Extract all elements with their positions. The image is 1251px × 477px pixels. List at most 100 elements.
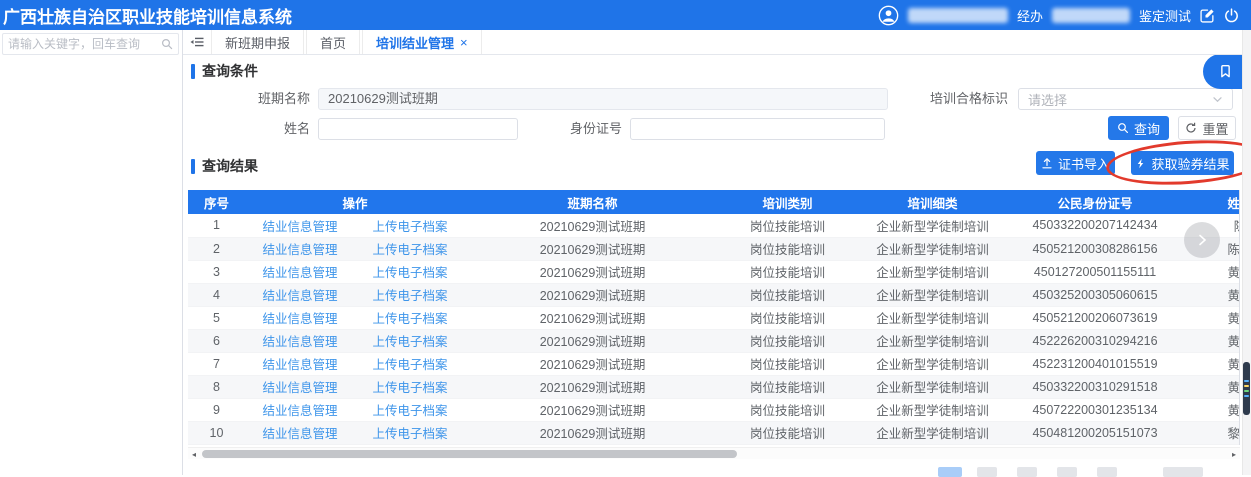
id-number-cell: 450722200301235134 (1010, 398, 1180, 421)
pagination-stub[interactable] (1017, 467, 1037, 477)
class-name-field[interactable]: 20210629测试班期 (318, 88, 888, 110)
scrollbar-left-arrow[interactable]: ◂ (188, 448, 200, 460)
row-number-cell: 2 (188, 237, 245, 260)
upload-archive-link[interactable]: 上传电子档案 (373, 358, 448, 372)
bookmark-fab-button[interactable] (1203, 54, 1247, 89)
graduation-info-link[interactable]: 结业信息管理 (262, 312, 337, 326)
category-cell: 岗位技能培训 (720, 329, 855, 352)
graduation-info-link[interactable]: 结业信息管理 (262, 381, 337, 395)
name-cell: 黄杉 (1180, 398, 1240, 421)
upload-archive-link[interactable]: 上传电子档案 (373, 289, 448, 303)
id-number-cell: 452231200401015519 (1010, 352, 1180, 375)
category-cell: 岗位技能培训 (720, 306, 855, 329)
col-header-no: 序号 (188, 190, 245, 214)
id-number-cell: 450481200205151073 (1010, 421, 1180, 444)
user-avatar-icon (878, 5, 899, 26)
certificate-import-button[interactable]: 证书导入 (1036, 151, 1115, 175)
logout-power-icon[interactable] (1224, 8, 1239, 23)
tab-home[interactable]: 首页 (306, 30, 360, 54)
person-name-label: 姓名 (223, 118, 310, 140)
subcategory-cell: 企业新型学徒制培训 (855, 375, 1010, 398)
scroll-marker (1244, 385, 1249, 387)
subcategory-cell: 企业新型学徒制培训 (855, 260, 1010, 283)
table-header-row: 序号 操作 班期名称 培训类别 培训细类 公民身份证号 姓名 (188, 190, 1240, 214)
vertical-scrollbar-thumb[interactable] (1243, 362, 1250, 415)
upload-archive-link[interactable]: 上传电子档案 (373, 312, 448, 326)
edit-icon[interactable] (1200, 8, 1215, 23)
qualified-flag-select[interactable]: 请选择 (1018, 88, 1233, 110)
upload-archive-link[interactable]: 上传电子档案 (373, 243, 448, 257)
scrollbar-right-arrow[interactable]: ▸ (1228, 448, 1240, 460)
upload-archive-link[interactable]: 上传电子档案 (373, 266, 448, 280)
pagination-stub[interactable] (1057, 467, 1077, 477)
upload-archive-link[interactable]: 上传电子档案 (373, 404, 448, 418)
sidebar-search-box (2, 33, 179, 55)
class-name-cell: 20210629测试班期 (465, 329, 720, 352)
search-icon[interactable] (161, 38, 178, 50)
col-header-operation: 操作 (245, 190, 465, 214)
graduation-info-link[interactable]: 结业信息管理 (262, 243, 337, 257)
pagination-stub-active[interactable] (938, 467, 962, 477)
search-icon (1117, 122, 1129, 134)
tab-close-icon[interactable]: × (460, 35, 468, 50)
graduation-info-link[interactable]: 结业信息管理 (262, 404, 337, 418)
graduation-info-link[interactable]: 结业信息管理 (262, 335, 337, 349)
pagination-stub[interactable] (1097, 467, 1117, 477)
table-row: 5 结业信息管理 上传电子档案 20210629测试班期 岗位技能培训 企业新型… (188, 306, 1240, 329)
subcategory-cell: 企业新型学徒制培训 (855, 283, 1010, 306)
class-name-cell: 20210629测试班期 (465, 214, 720, 237)
scroll-marker (1244, 390, 1249, 392)
upload-archive-link[interactable]: 上传电子档案 (373, 220, 448, 234)
tab-new-class-declaration[interactable]: 新班期申报 (211, 30, 304, 54)
scrollbar-thumb[interactable] (202, 450, 737, 458)
row-number-cell: 3 (188, 260, 245, 283)
class-name-cell: 20210629测试班期 (465, 260, 720, 283)
name-cell: 黄信 (1180, 375, 1240, 398)
graduation-info-link[interactable]: 结业信息管理 (262, 266, 337, 280)
person-name-input[interactable] (318, 118, 518, 140)
fetch-voucher-result-button[interactable]: 获取验券结果 (1131, 151, 1234, 175)
upload-archive-link[interactable]: 上传电子档案 (373, 335, 448, 349)
app-title: 广西壮族自治区职业技能培训信息系统 (0, 3, 292, 28)
upload-archive-link[interactable]: 上传电子档案 (373, 427, 448, 441)
id-number-input[interactable] (630, 118, 885, 140)
fetch-icon (1135, 158, 1146, 169)
graduation-info-link[interactable]: 结业信息管理 (262, 220, 337, 234)
class-name-cell: 20210629测试班期 (465, 237, 720, 260)
class-name-cell: 20210629测试班期 (465, 306, 720, 329)
pagination-stub[interactable] (1163, 467, 1203, 477)
class-name-cell: 20210629测试班期 (465, 283, 720, 306)
id-number-label: 身份证号 (558, 118, 622, 140)
table-row: 8 结业信息管理 上传电子档案 20210629测试班期 岗位技能培训 企业新型… (188, 375, 1240, 398)
org-suffix-text: 经办 (1017, 6, 1043, 25)
reset-button[interactable]: 重置 (1178, 116, 1236, 140)
category-cell: 岗位技能培训 (720, 375, 855, 398)
subcategory-cell: 企业新型学徒制培训 (855, 352, 1010, 375)
upload-archive-link[interactable]: 上传电子档案 (373, 381, 448, 395)
row-number-cell: 10 (188, 421, 245, 444)
tab-training-completion-management[interactable]: 培训结业管理 × (362, 30, 482, 54)
results-table: 序号 操作 班期名称 培训类别 培训细类 公民身份证号 姓名 1 结业信息管理 … (188, 190, 1240, 445)
app-header: 广西壮族自治区职业技能培训信息系统 经办 鉴定测试 (0, 0, 1251, 30)
class-name-cell: 20210629测试班期 (465, 398, 720, 421)
search-button[interactable]: 查询 (1108, 116, 1169, 140)
collapse-menu-icon[interactable] (183, 30, 211, 54)
sidebar-search-input[interactable] (3, 37, 161, 51)
vertical-scrollbar-track[interactable] (1242, 30, 1251, 475)
class-name-cell: 20210629测试班期 (465, 352, 720, 375)
scroll-right-fab[interactable] (1184, 222, 1220, 258)
id-number-cell: 450325200305060615 (1010, 283, 1180, 306)
sidebar (0, 30, 183, 475)
graduation-info-link[interactable]: 结业信息管理 (262, 289, 337, 303)
tab-bar: 新班期申报 首页 培训结业管理 × (183, 30, 1251, 55)
pagination-stub[interactable] (977, 467, 997, 477)
redacted-org-name (908, 8, 1008, 23)
graduation-info-link[interactable]: 结业信息管理 (262, 427, 337, 441)
graduation-info-link[interactable]: 结业信息管理 (262, 358, 337, 372)
table-row: 4 结业信息管理 上传电子档案 20210629测试班期 岗位技能培训 企业新型… (188, 283, 1240, 306)
upload-icon (1041, 157, 1053, 169)
class-name-cell: 20210629测试班期 (465, 421, 720, 444)
chevron-down-icon (1212, 94, 1223, 105)
table-row: 3 结业信息管理 上传电子档案 20210629测试班期 岗位技能培训 企业新型… (188, 260, 1240, 283)
category-cell: 岗位技能培训 (720, 283, 855, 306)
